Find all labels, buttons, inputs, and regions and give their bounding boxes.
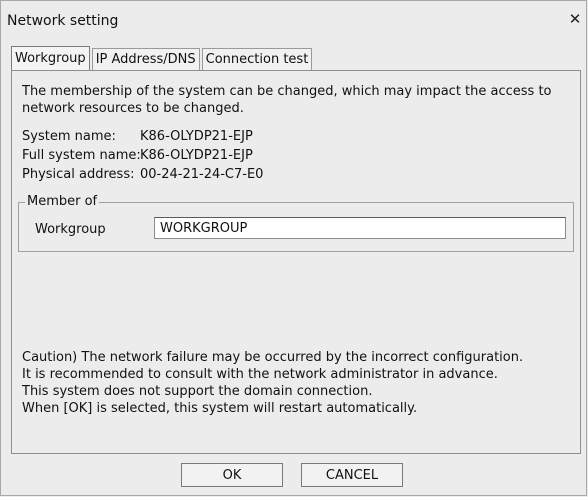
caution-line: Caution) The network failure may be occu… xyxy=(22,350,524,365)
system-name-value: K86-OLYDP21-EJP xyxy=(140,129,253,144)
tab-bar: Workgroup IP Address/DNS Connection test xyxy=(11,45,314,71)
cancel-button[interactable]: CANCEL xyxy=(301,463,403,487)
workgroup-label: Workgroup xyxy=(35,222,106,237)
system-name-label: System name: xyxy=(22,129,116,144)
intro-text: The membership of the system can be chan… xyxy=(22,84,552,116)
workgroup-input[interactable] xyxy=(154,217,566,239)
dialog-title: Network setting xyxy=(7,13,119,29)
physical-address-row: Physical address: 00-24-21-24-C7-E0 xyxy=(22,167,263,182)
caution-line: It is recommended to consult with the ne… xyxy=(22,367,498,382)
full-system-name-value: K86-OLYDP21-EJP xyxy=(140,148,253,163)
full-system-name-label: Full system name: xyxy=(22,148,141,163)
tab-ip-address-dns[interactable]: IP Address/DNS xyxy=(91,48,200,71)
caution-text: Caution) The network failure may be occu… xyxy=(22,349,578,417)
caution-line: When [OK] is selected, this system will … xyxy=(22,401,418,416)
member-of-legend: Member of xyxy=(25,194,100,209)
caution-line: This system does not support the domain … xyxy=(22,384,373,399)
network-setting-dialog: Network setting ✕ Workgroup IP Address/D… xyxy=(0,0,587,496)
full-system-name-row: Full system name: K86-OLYDP21-EJP xyxy=(22,148,253,163)
tab-workgroup[interactable]: Workgroup xyxy=(11,46,90,71)
member-of-group: Member of Workgroup xyxy=(18,194,574,252)
title-bar[interactable]: Network setting ✕ xyxy=(1,1,586,39)
system-name-row: System name: K86-OLYDP21-EJP xyxy=(22,129,253,144)
tab-connection-test[interactable]: Connection test xyxy=(201,48,313,71)
ok-button[interactable]: OK xyxy=(181,463,283,487)
physical-address-label: Physical address: xyxy=(22,167,135,182)
close-icon[interactable]: ✕ xyxy=(566,10,584,28)
physical-address-value: 00-24-21-24-C7-E0 xyxy=(140,167,264,182)
workgroup-panel: The membership of the system can be chan… xyxy=(11,70,581,454)
